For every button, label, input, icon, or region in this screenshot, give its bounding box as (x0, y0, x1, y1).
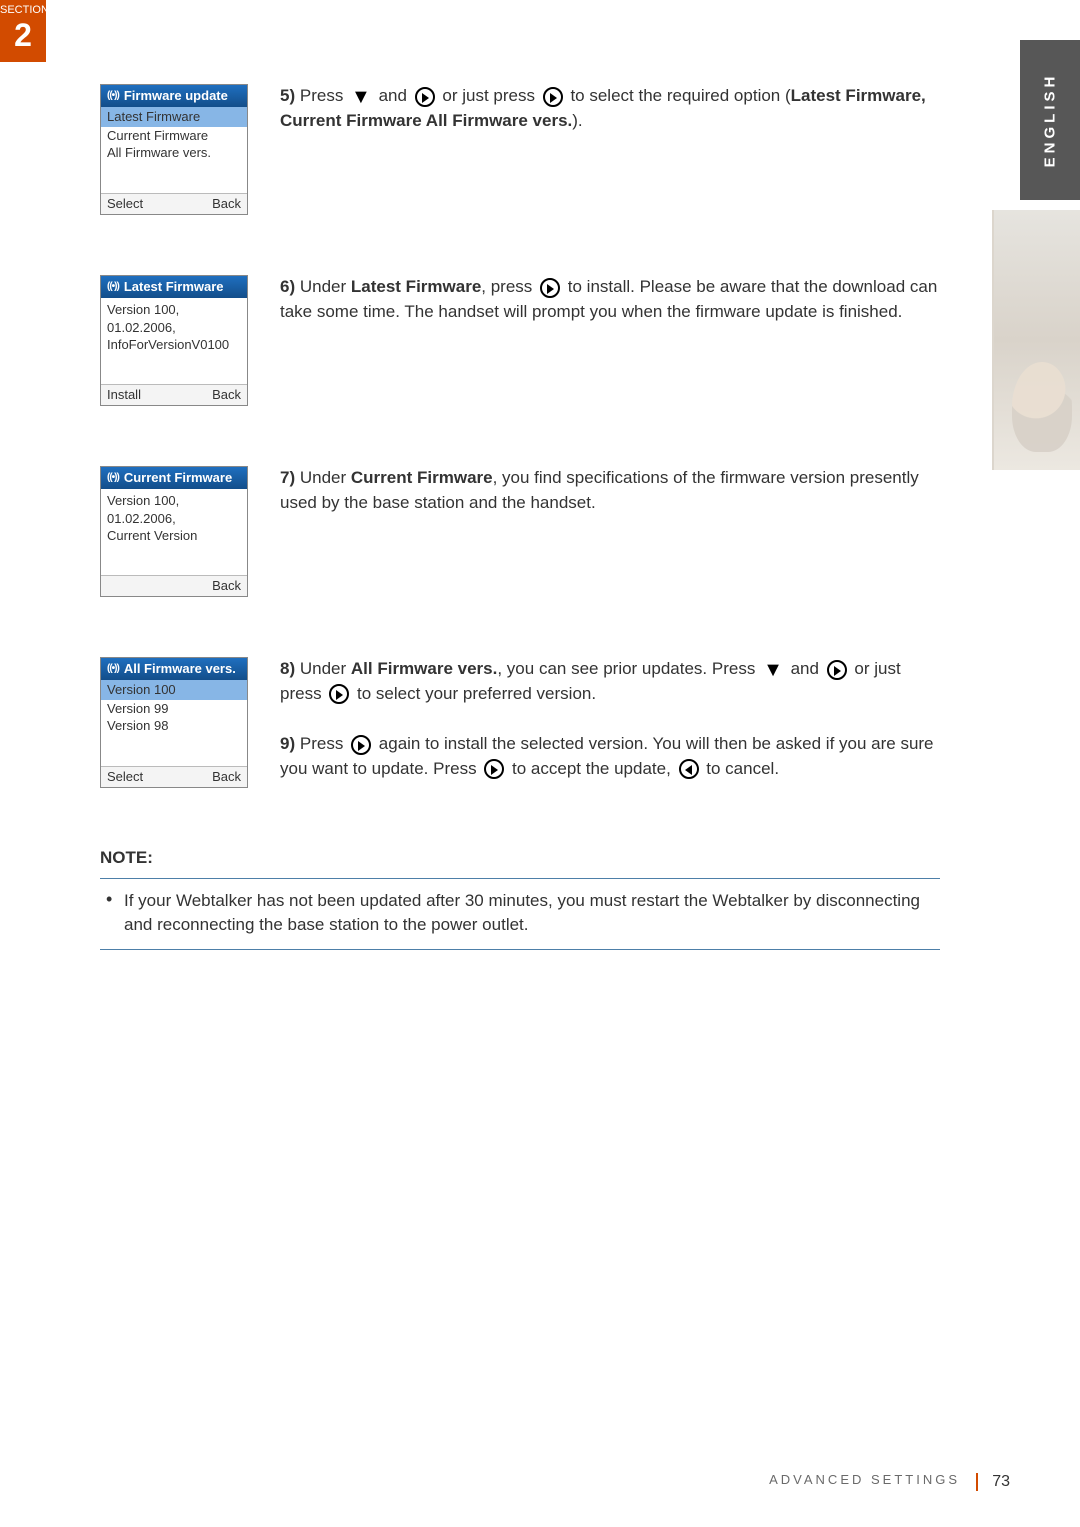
phone-screen-current-firmware: Current Firmware Version 100, 01.02.2006… (100, 466, 248, 597)
section-label: SECTION (0, 4, 49, 16)
softkey-bar: Install Back (101, 384, 247, 405)
phone-body: Version 100, 01.02.2006, InfoForVersionV… (101, 298, 247, 384)
softkey-bar: Select Back (101, 193, 247, 214)
note-box: NOTE: If your Webtalker has not been upd… (100, 848, 940, 950)
step-8-9-text: 8) Under All Firmware vers., you can see… (280, 657, 940, 782)
step-number: 9) (280, 734, 295, 753)
menu-item: Version 100 (101, 680, 247, 700)
softkey-right: Back (212, 578, 241, 593)
phone-body: Version 100, 01.02.2006, Current Version (101, 489, 247, 575)
menu-item: All Firmware vers. (107, 145, 211, 160)
step-6-text: 6) Under Latest Firmware, press to insta… (280, 275, 940, 324)
step-6-row: Latest Firmware Version 100, 01.02.2006,… (100, 275, 940, 406)
softkey-left: Install (107, 387, 141, 402)
decorative-photo (992, 210, 1080, 470)
step-5-row: Firmware update Latest Firmware Current … (100, 84, 940, 215)
info-line: InfoForVersionV0100 (107, 337, 229, 352)
phone-screen-latest-firmware: Latest Firmware Version 100, 01.02.2006,… (100, 275, 248, 406)
menu-item: Version 99 (107, 701, 168, 716)
softkey-right: Back (212, 387, 241, 402)
step-7-row: Current Firmware Version 100, 01.02.2006… (100, 466, 940, 597)
language-tab-label: ENGLISH (1042, 73, 1059, 168)
menu-item: Current Firmware (107, 128, 208, 143)
nav-right-icon (543, 87, 563, 107)
phone-screen-all-firmware: All Firmware vers. Version 100 Version 9… (100, 657, 248, 788)
phone-title: Latest Firmware (101, 276, 247, 298)
note-body: If your Webtalker has not been updated a… (100, 878, 940, 950)
section-number: 2 (0, 18, 46, 52)
info-line: Version 100, (107, 493, 179, 508)
info-line: 01.02.2006, (107, 320, 176, 335)
menu-item: Version 98 (107, 718, 168, 733)
phone-title: All Firmware vers. (101, 658, 247, 680)
phone-body: Version 100 Version 99 Version 98 (101, 680, 247, 766)
step-5-text: 5) Press ▼ and or just press to select t… (280, 84, 940, 133)
note-text: If your Webtalker has not been updated a… (124, 891, 920, 934)
note-title: NOTE: (100, 848, 940, 868)
nav-right-icon (329, 684, 349, 704)
nav-right-icon (827, 660, 847, 680)
step-number: 8) (280, 659, 295, 678)
softkey-right: Back (212, 196, 241, 211)
info-line: 01.02.2006, (107, 511, 176, 526)
step-7-text: 7) Under Current Firmware, you find spec… (280, 466, 940, 515)
nav-right-icon (484, 759, 504, 779)
softkey-bar: Back (101, 575, 247, 596)
menu-item: Latest Firmware (101, 107, 247, 127)
step-number: 7) (280, 468, 295, 487)
page-content: Firmware update Latest Firmware Current … (100, 84, 940, 950)
step-number: 5) (280, 86, 295, 105)
softkey-bar: Select Back (101, 766, 247, 787)
info-line: Version 100, (107, 302, 179, 317)
info-line: Current Version (107, 528, 197, 543)
softkey-left: Select (107, 769, 143, 784)
nav-right-icon (540, 278, 560, 298)
softkey-right: Back (212, 769, 241, 784)
page-number: 73 (976, 1473, 1010, 1491)
phone-screen-firmware-update: Firmware update Latest Firmware Current … (100, 84, 248, 215)
step-8-9-row: All Firmware vers. Version 100 Version 9… (100, 657, 940, 788)
phone-title: Firmware update (101, 85, 247, 107)
section-badge: SECTION 2 (0, 0, 46, 62)
footer-section-name: ADVANCED SETTINGS (0, 1472, 1080, 1487)
step-number: 6) (280, 277, 295, 296)
nav-right-icon (415, 87, 435, 107)
softkey-left: Select (107, 196, 143, 211)
language-tab: ENGLISH (1020, 40, 1080, 200)
phone-title: Current Firmware (101, 467, 247, 489)
nav-left-icon (679, 759, 699, 779)
nav-right-icon (351, 735, 371, 755)
phone-body: Latest Firmware Current Firmware All Fir… (101, 107, 247, 193)
